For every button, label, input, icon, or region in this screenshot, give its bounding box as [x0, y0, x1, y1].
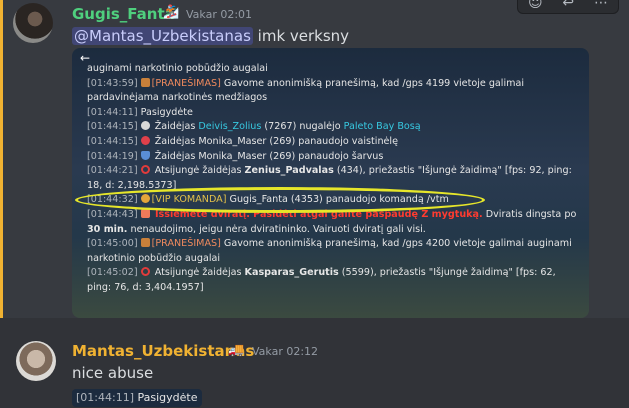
log-row: auginami narkotinio pobūdžio augalai [87, 63, 268, 74]
reply-icon[interactable]: ↩ [562, 0, 574, 11]
message-text: imk verksny [252, 27, 350, 45]
box-icon [140, 77, 150, 87]
avatar[interactable] [13, 3, 53, 43]
heart-icon [140, 135, 150, 145]
log-row: [01:44:15] Žaidėjas Deivis_Zolius (7267)… [87, 121, 421, 133]
chat-log: auginami narkotinio pobūdžio augalai [01… [87, 62, 582, 296]
message-timestamp: Vakar 02:01 [186, 8, 253, 21]
log-row: [01:44:15] Žaidėjas Monika_Maser (269) p… [87, 135, 398, 147]
bike-icon [140, 208, 150, 218]
author-name[interactable]: Gugis_Fanta [72, 5, 175, 23]
message-timestamp: Vakar 02:12 [252, 345, 319, 358]
log-row: [01:45:02] Atsijungė žaidėjas Kasparas_G… [87, 267, 556, 293]
emoji-icon[interactable]: ☺ [528, 0, 543, 11]
message-content: @Mantas_Uzbekistanas imk verksny [72, 27, 349, 45]
box-icon [140, 238, 150, 248]
message-toolbar: ☺ ↩ ⋯ [517, 0, 619, 14]
disconnect-icon [140, 165, 150, 175]
avatar[interactable] [16, 341, 56, 381]
author-name[interactable]: Mantas_Uzbekistanas [72, 342, 254, 360]
author-badge: 🏂 [163, 5, 180, 20]
message-text: nice abuse [72, 364, 154, 382]
author-badge: 🚚 [228, 343, 245, 358]
log-row: [01:43:59] [PRANEŠIMAS] Gavome anonimišk… [87, 77, 525, 104]
log-row: [01:44:19] Žaidėjas Monika_Maser (269) p… [87, 150, 384, 162]
highlight-circle [75, 187, 485, 213]
attached-snippet[interactable]: [01:44:11] Pasigydėte [72, 389, 202, 407]
skull-icon [140, 121, 150, 131]
disconnect-icon [140, 267, 150, 277]
log-row: [01:44:11] Pasigydėte [87, 106, 193, 118]
shield-icon [140, 150, 150, 160]
attached-screenshot[interactable]: ← auginami narkotinio pobūdžio augalai [… [72, 48, 589, 318]
user-mention[interactable]: @Mantas_Uzbekistanas [72, 27, 253, 45]
log-row: [01:45:00] [PRANEŠIMAS] Gavome anonimišk… [87, 238, 572, 264]
more-icon[interactable]: ⋯ [594, 0, 608, 11]
